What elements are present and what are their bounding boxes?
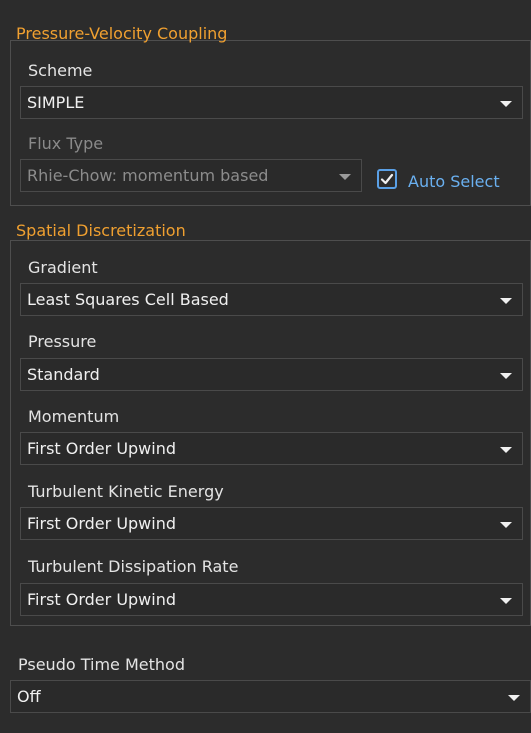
solution-methods-panel: Pressure-Velocity Coupling Scheme SIMPLE… [0,0,531,733]
pseudo-time-method-dropdown[interactable]: Off [10,680,531,713]
gradient-dropdown[interactable]: Least Squares Cell Based [20,283,523,316]
auto-select-checkbox[interactable] [377,169,397,189]
turbulent-dissipation-rate-value: First Order Upwind [27,590,177,609]
scheme-value: SIMPLE [27,93,85,112]
momentum-label: Momentum [28,407,120,426]
pressure-dropdown[interactable]: Standard [20,358,523,391]
chevron-down-icon [500,298,512,304]
chevron-down-icon [500,373,512,379]
pseudo-time-method-label: Pseudo Time Method [18,655,185,674]
gradient-label: Gradient [28,258,98,277]
scheme-label: Scheme [28,61,93,80]
chevron-down-icon [500,598,512,604]
flux-type-value: Rhie-Chow: momentum based [27,166,269,185]
pressure-label: Pressure [28,332,97,351]
turbulent-kinetic-energy-label: Turbulent Kinetic Energy [28,482,224,501]
pressure-velocity-title: Pressure-Velocity Coupling [16,24,228,43]
flux-type-dropdown: Rhie-Chow: momentum based [20,159,362,192]
turbulent-dissipation-rate-dropdown[interactable]: First Order Upwind [20,583,523,616]
scheme-dropdown[interactable]: SIMPLE [20,86,523,119]
turbulent-kinetic-energy-value: First Order Upwind [27,514,177,533]
auto-select-label[interactable]: Auto Select [408,172,500,192]
momentum-value: First Order Upwind [27,439,177,458]
chevron-down-icon [508,695,520,701]
flux-type-label: Flux Type [28,134,104,153]
pressure-value: Standard [27,365,100,384]
momentum-dropdown[interactable]: First Order Upwind [20,432,523,465]
spatial-discretization-title: Spatial Discretization [16,221,186,240]
turbulent-dissipation-rate-label: Turbulent Dissipation Rate [28,557,239,576]
turbulent-kinetic-energy-dropdown[interactable]: First Order Upwind [20,507,523,540]
chevron-down-icon [500,101,512,107]
pseudo-time-method-value: Off [17,687,41,706]
chevron-down-icon [500,522,512,528]
chevron-down-icon [339,174,351,180]
gradient-value: Least Squares Cell Based [27,290,229,309]
chevron-down-icon [500,447,512,453]
checkmark-icon [380,173,394,185]
